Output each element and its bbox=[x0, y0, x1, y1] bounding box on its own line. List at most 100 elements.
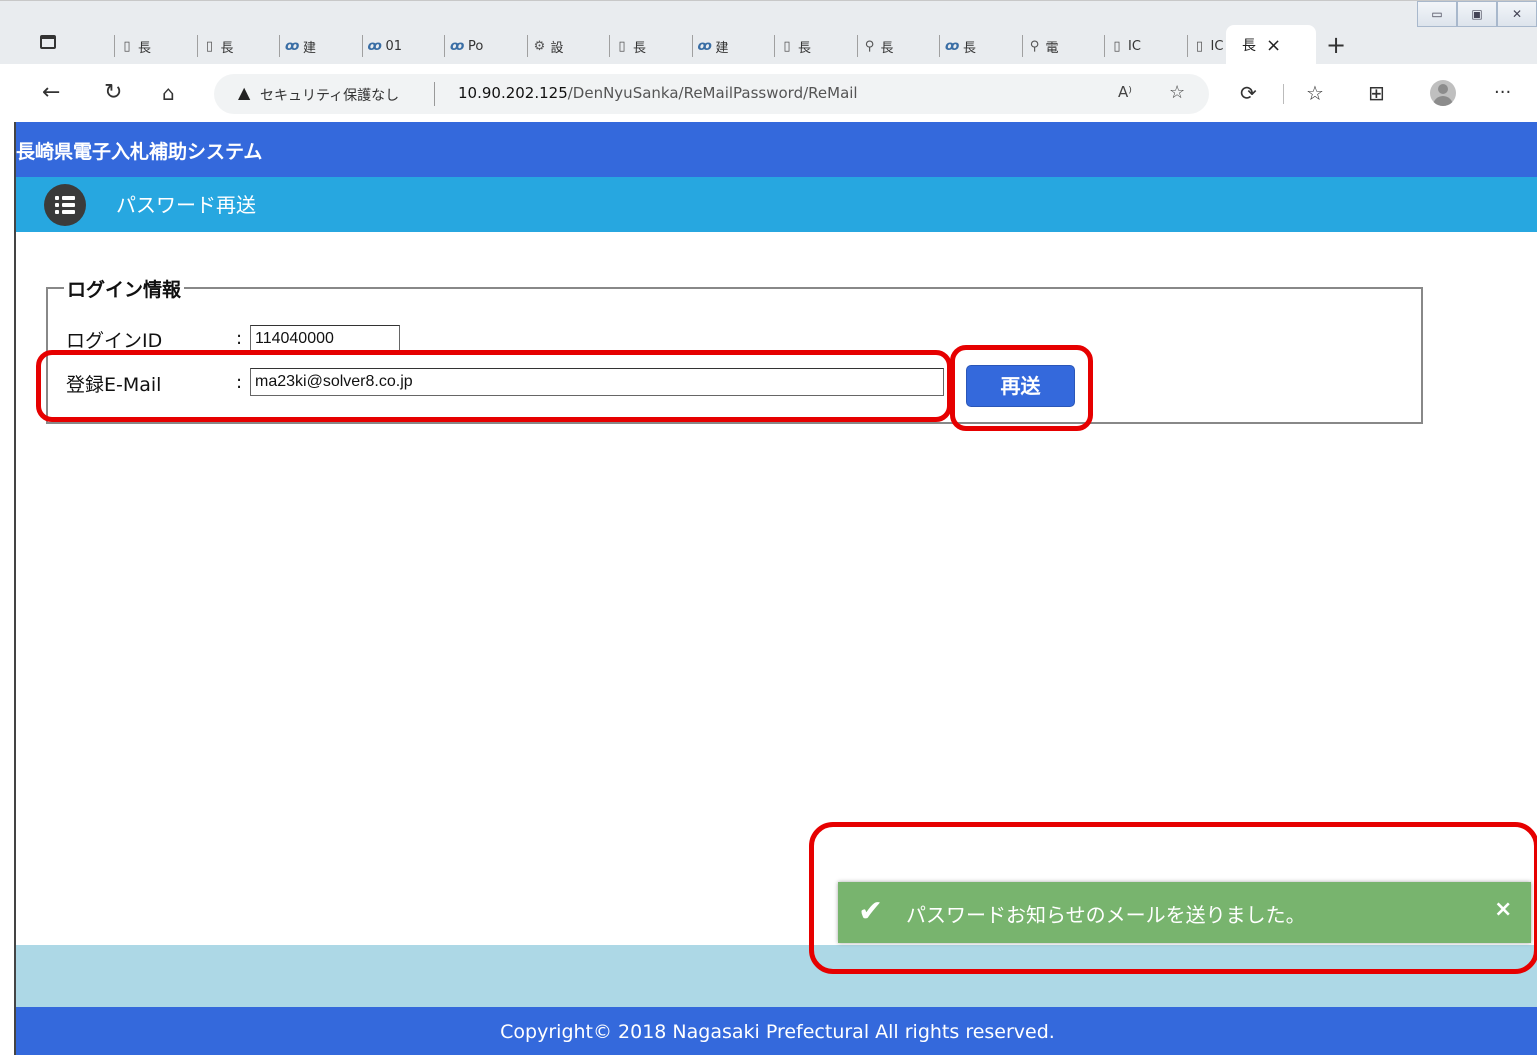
browser-tab-label: 長 bbox=[220, 40, 234, 56]
tab-separator bbox=[1104, 35, 1105, 57]
browser-tab[interactable]: ꝏ長 bbox=[939, 31, 977, 61]
more-icon[interactable]: ··· bbox=[1494, 82, 1511, 104]
page-icon: ▯ bbox=[1195, 38, 1204, 54]
login-id-label: ログインID bbox=[66, 330, 163, 352]
profile-avatar[interactable] bbox=[1430, 80, 1456, 106]
tab-separator bbox=[691, 35, 693, 57]
tab-actions-icon[interactable] bbox=[40, 35, 56, 49]
menu-list-icon[interactable] bbox=[44, 184, 86, 226]
browser-tab[interactable]: ▯ 長 bbox=[774, 31, 812, 61]
refresh-icon[interactable]: ↻ bbox=[104, 81, 122, 105]
url-text[interactable]: 10.90.202.125/DenNyuSanka/ReMailPassword… bbox=[458, 84, 858, 102]
browser-tab[interactable]: ▯ 長 bbox=[114, 31, 152, 61]
browser-tab[interactable]: ꝏ 01 bbox=[361, 31, 403, 61]
browser-tab[interactable]: ꝏ Po bbox=[444, 31, 483, 61]
search-icon: ⚲ bbox=[1029, 38, 1040, 54]
browser-tab-label: 設 bbox=[550, 40, 564, 56]
gear-icon: ⚙ bbox=[533, 38, 546, 54]
address-bar[interactable]: ▲ セキュリティ保護なし 10.90.202.125/DenNyuSanka/R… bbox=[214, 74, 1209, 114]
resend-button[interactable]: 再送 bbox=[966, 365, 1075, 407]
browser-tab-label: 長 bbox=[963, 40, 977, 56]
tab-separator bbox=[526, 35, 528, 57]
email-label: 登録E-Mail bbox=[66, 374, 162, 396]
footer: Copyright© 2018 Nagasaki Prefectural All… bbox=[16, 1007, 1537, 1055]
tab-separator bbox=[856, 35, 858, 57]
tab-separator bbox=[1186, 35, 1188, 57]
tab-separator bbox=[361, 35, 363, 57]
toast-message: パスワードお知らせのメールを送りました。 bbox=[906, 903, 1306, 927]
browser-tab-label: 長 bbox=[138, 40, 152, 56]
favorites-icon[interactable]: ☆ bbox=[1306, 82, 1324, 104]
close-window-icon[interactable]: ✕ bbox=[1497, 1, 1537, 27]
browser-tab[interactable]: ⚲ 電 bbox=[1021, 31, 1059, 61]
url-host: 10.90.202.125 bbox=[458, 84, 568, 102]
browser-tab-label: IC bbox=[1128, 38, 1141, 54]
new-tab-button[interactable]: + bbox=[1326, 31, 1346, 59]
browser-tab-label: 建 bbox=[303, 40, 317, 56]
page-header: パスワード再送 bbox=[16, 177, 1537, 232]
browser-tab-label: IC bbox=[1210, 38, 1224, 54]
close-icon[interactable]: × bbox=[1266, 35, 1281, 56]
check-icon: ✔ bbox=[858, 894, 884, 929]
page-icon: ▯ bbox=[618, 38, 626, 54]
page-icon: ▯ bbox=[205, 38, 214, 54]
warning-icon[interactable]: ▲ bbox=[238, 83, 250, 102]
browser-tab-label: 電 bbox=[1045, 40, 1059, 56]
tab-separator bbox=[114, 35, 115, 57]
web-page: 長崎県電子入札補助システム パスワード再送 ログイン情報 ログインID : 11… bbox=[14, 122, 1537, 1055]
fieldset-legend: ログイン情報 bbox=[64, 275, 185, 302]
login-info-fieldset: ログイン情報 bbox=[46, 275, 1423, 424]
browser-tab-bar: ▯ 長 ▯ 長 ꝏ 建 ꝏ 01 ꝏ Po ⚙ 設 ▯ 長 ꝏ 建 ▯ 長 ⚲ 長 ꝏ 長 ⚲ 電 ▯ IC ▯ IC 長 × + ▭… bbox=[0, 0, 1537, 65]
browser-tab[interactable]: ꝏ建 bbox=[691, 31, 729, 61]
tab-separator bbox=[609, 35, 610, 57]
maximize-icon[interactable]: ▣ bbox=[1457, 1, 1497, 27]
logo-icon: ꝏ bbox=[285, 38, 300, 54]
home-icon[interactable]: ⌂ bbox=[162, 81, 175, 105]
success-toast: ✔ パスワードお知らせのメールを送りました。 × bbox=[838, 882, 1531, 943]
logo-icon: ꝏ bbox=[367, 38, 382, 54]
minimize-icon[interactable]: ▭ bbox=[1417, 1, 1457, 27]
email-field[interactable]: ma23ki@solver8.co.jp bbox=[250, 368, 944, 396]
browser-tab[interactable]: ▯ 長 bbox=[609, 31, 647, 61]
tab-active[interactable]: 長 × bbox=[1226, 25, 1316, 65]
address-divider bbox=[434, 82, 435, 106]
system-title: 長崎県電子入札補助システム bbox=[16, 141, 263, 163]
tab-separator bbox=[774, 35, 775, 57]
browser-tab-label: 01 bbox=[385, 38, 403, 54]
logo-icon: ꝏ bbox=[450, 38, 465, 54]
tab-separator bbox=[1021, 35, 1023, 57]
login-id-colon: : bbox=[236, 328, 243, 349]
tab-separator bbox=[939, 35, 940, 57]
add-favorite-icon[interactable]: ☆ bbox=[1169, 82, 1185, 103]
security-status[interactable]: セキュリティ保護なし bbox=[260, 85, 399, 105]
browser-tab[interactable]: ꝏ建 bbox=[279, 31, 317, 61]
browser-tab-label: 長 bbox=[633, 40, 647, 56]
email-colon: : bbox=[236, 372, 243, 393]
browser-tab-label: 長 bbox=[798, 40, 812, 56]
page-title: パスワード再送 bbox=[116, 193, 256, 217]
url-path: /DenNyuSanka/ReMailPassword/ReMail bbox=[567, 84, 858, 102]
browser-tab[interactable]: ▯ IC bbox=[1186, 31, 1224, 61]
browser-tab-label: 長 bbox=[880, 40, 894, 56]
logo-icon: ꝏ bbox=[697, 38, 712, 54]
toast-close-icon[interactable]: × bbox=[1494, 897, 1512, 922]
system-header: 長崎県電子入札補助システム bbox=[16, 122, 1537, 177]
page-icon: ▯ bbox=[123, 38, 131, 54]
tab-separator bbox=[279, 35, 280, 57]
browser-tab[interactable]: ▯ 長 bbox=[196, 31, 234, 61]
browser-tab[interactable]: ⚙ 設 bbox=[526, 31, 564, 61]
back-icon[interactable]: ← bbox=[42, 81, 60, 105]
collections-icon[interactable]: ⊞ bbox=[1368, 82, 1385, 104]
extensions-icon[interactable]: ⟳ bbox=[1240, 82, 1257, 104]
browser-tab[interactable]: ⚲ 長 bbox=[856, 31, 894, 61]
window-controls: ▭ ▣ ✕ bbox=[1417, 1, 1537, 29]
toolbar-divider bbox=[1283, 84, 1284, 104]
page-icon: ▯ bbox=[783, 38, 791, 54]
browser-toolbar: ← ↻ ⌂ ▲ セキュリティ保護なし 10.90.202.125/DenNyuS… bbox=[0, 64, 1537, 122]
copyright-text: Copyright© 2018 Nagasaki Prefectural All… bbox=[500, 1021, 1055, 1043]
browser-tab[interactable]: ▯ IC bbox=[1104, 31, 1141, 61]
login-id-field[interactable]: 114040000 bbox=[250, 325, 400, 353]
search-icon: ⚲ bbox=[864, 38, 875, 54]
read-aloud-icon[interactable]: A⁾ bbox=[1118, 83, 1132, 101]
tab-separator bbox=[196, 35, 198, 57]
